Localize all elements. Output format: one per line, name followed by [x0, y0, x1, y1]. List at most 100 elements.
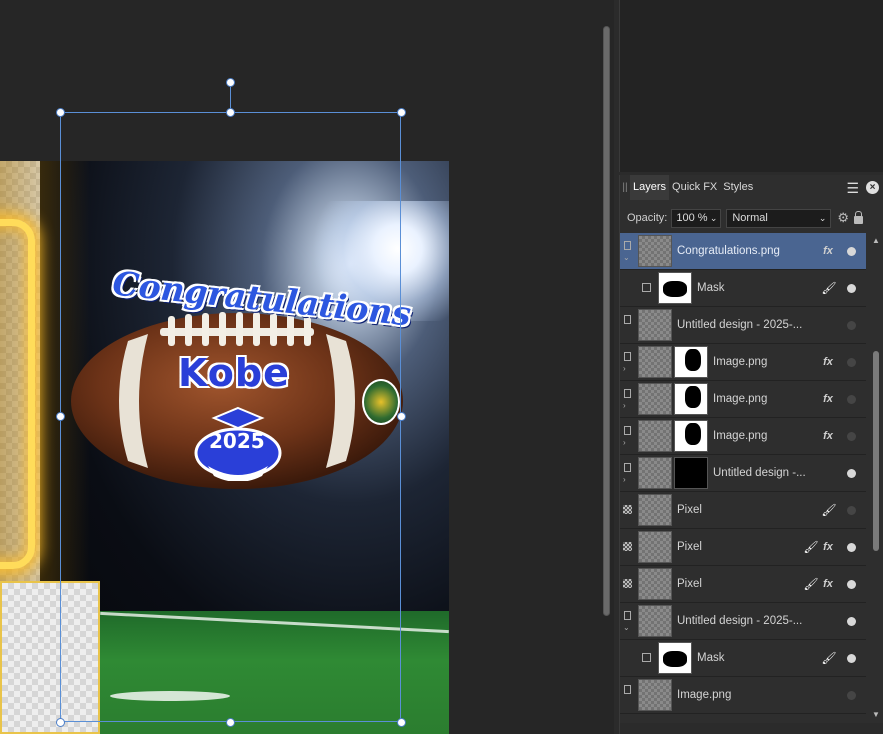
- tab-layers[interactable]: Layers: [630, 175, 670, 200]
- pixel-layer-icon: [623, 578, 632, 588]
- visibility-dot-icon[interactable]: [847, 505, 856, 515]
- scrollbar-thumb[interactable]: [603, 26, 610, 616]
- layer-options-bar: Opacity: 100 % ⌄ Normal ⌄ ⚙: [620, 205, 883, 231]
- layer-gutter[interactable]: [620, 566, 636, 603]
- grip-icon[interactable]: ||: [620, 175, 630, 200]
- resize-handle-top-left[interactable]: [56, 108, 65, 117]
- layer-list-scrollbar[interactable]: ▲ ▼: [870, 233, 882, 721]
- visibility-dot-icon[interactable]: [847, 246, 856, 256]
- layer-thumbnail: [658, 272, 692, 304]
- resize-handle-bottom-right[interactable]: [397, 718, 406, 727]
- layer-gutter[interactable]: ›: [620, 455, 636, 492]
- rotation-handle[interactable]: [226, 78, 235, 87]
- chevron-right-icon[interactable]: ›: [623, 438, 626, 447]
- mask-icon: [642, 282, 651, 292]
- chevron-right-icon[interactable]: ›: [623, 401, 626, 410]
- layer-row[interactable]: Pixel 🖌 fx: [620, 566, 866, 603]
- menu-icon[interactable]: ☰: [846, 180, 859, 197]
- close-icon[interactable]: ×: [866, 181, 879, 194]
- opacity-value: 100 %: [676, 211, 708, 224]
- layer-thumbnail: [638, 309, 672, 341]
- layer-gutter[interactable]: [620, 270, 636, 307]
- layer-gutter[interactable]: [620, 640, 636, 677]
- layer-name: Image.png: [677, 689, 732, 701]
- layers-bottom-toolbar: [620, 723, 883, 734]
- layer-row[interactable]: Mask 🖌: [620, 640, 866, 677]
- layer-gutter[interactable]: ⌄: [620, 233, 636, 270]
- visibility-dot-icon[interactable]: [847, 320, 856, 330]
- visibility-dot-icon[interactable]: [847, 653, 856, 663]
- fx-icon[interactable]: fx: [819, 356, 837, 368]
- opacity-field[interactable]: 100 % ⌄: [671, 208, 722, 228]
- layer-name: Untitled design - 2025-...: [677, 319, 803, 331]
- scroll-up-icon[interactable]: ▲: [872, 236, 880, 245]
- layer-row[interactable]: Image.png: [620, 677, 866, 714]
- fx-icon[interactable]: fx: [819, 430, 837, 442]
- layer-row[interactable]: Pixel 🖌 fx: [620, 529, 866, 566]
- layer-gutter[interactable]: ›: [620, 418, 636, 455]
- chevron-right-icon[interactable]: ›: [623, 364, 626, 373]
- layer-list[interactable]: ⌄ Congratulations.png fx Mask 🖌 Untitled desi…: [620, 233, 866, 721]
- resize-handle-right[interactable]: [397, 412, 406, 421]
- gear-icon[interactable]: ⚙: [837, 210, 849, 226]
- visibility-dot-icon[interactable]: [847, 431, 856, 441]
- layer-thumbnail: [638, 235, 672, 267]
- chevron-down-icon[interactable]: ⌄: [623, 253, 630, 262]
- visibility-dot-icon[interactable]: [847, 283, 856, 293]
- layer-row[interactable]: ⌄ Congratulations.png fx: [620, 233, 866, 270]
- scroll-down-icon[interactable]: ▼: [872, 710, 880, 719]
- opacity-label: Opacity:: [627, 212, 668, 224]
- visibility-dot-icon[interactable]: [847, 357, 856, 367]
- scrollbar-thumb[interactable]: [873, 351, 879, 551]
- canvas-vertical-scrollbar[interactable]: [596, 0, 614, 734]
- brush-icon[interactable]: 🖌: [803, 540, 819, 554]
- layer-gutter[interactable]: [620, 307, 636, 344]
- chevron-right-icon[interactable]: ›: [623, 475, 626, 484]
- layer-gutter[interactable]: [620, 492, 636, 529]
- layer-row[interactable]: › Image.png fx: [620, 344, 866, 381]
- visibility-dot-icon[interactable]: [847, 616, 856, 626]
- visibility-dot-icon[interactable]: [847, 468, 856, 478]
- layer-row[interactable]: › Image.png fx: [620, 381, 866, 418]
- layer-row[interactable]: ⌄ Untitled design - 2025-...: [620, 603, 866, 640]
- panel-tab-bar: || Layers Quick FX Styles ☰ ×: [620, 175, 883, 200]
- canvas-area[interactable]: Congratulations Kobe 2025: [0, 0, 596, 734]
- visibility-dot-icon[interactable]: [847, 690, 856, 700]
- layer-gutter[interactable]: ›: [620, 344, 636, 381]
- selection-bounding-box[interactable]: [60, 112, 401, 722]
- brush-icon[interactable]: 🖌: [821, 503, 837, 517]
- layer-row[interactable]: › Untitled design -...: [620, 455, 866, 492]
- resize-handle-left[interactable]: [56, 412, 65, 421]
- chevron-down-icon[interactable]: ⌄: [623, 623, 630, 632]
- lock-icon[interactable]: [854, 211, 864, 224]
- layer-name: Untitled design - 2025-...: [677, 615, 803, 627]
- tab-styles[interactable]: Styles: [720, 175, 756, 200]
- layer-gutter[interactable]: [620, 677, 636, 714]
- resize-handle-bottom-left[interactable]: [56, 718, 65, 727]
- resize-handle-top[interactable]: [226, 108, 235, 117]
- visibility-dot-icon[interactable]: [847, 394, 856, 404]
- blend-mode-select[interactable]: Normal ⌄: [726, 208, 832, 228]
- layer-gutter[interactable]: ›: [620, 381, 636, 418]
- fx-icon[interactable]: fx: [819, 541, 837, 553]
- visibility-dot-icon[interactable]: [847, 579, 856, 589]
- visibility-dot-icon[interactable]: [847, 542, 856, 552]
- fx-icon[interactable]: fx: [819, 393, 837, 405]
- layer-gutter[interactable]: ⌄: [620, 603, 636, 640]
- layer-row[interactable]: Untitled design - 2025-...: [620, 307, 866, 344]
- layer-name: Congratulations.png: [677, 245, 780, 257]
- brush-icon[interactable]: 🖌: [821, 281, 837, 295]
- layers-panel: || Layers Quick FX Styles ☰ × Opacity: 1…: [619, 175, 883, 734]
- layer-row[interactable]: Pixel 🖌: [620, 492, 866, 529]
- layer-row[interactable]: Mask 🖌: [620, 270, 866, 307]
- resize-handle-top-right[interactable]: [397, 108, 406, 117]
- layer-gutter[interactable]: [620, 529, 636, 566]
- resize-handle-bottom[interactable]: [226, 718, 235, 727]
- tab-quick-fx[interactable]: Quick FX: [669, 175, 720, 200]
- fx-icon[interactable]: fx: [819, 578, 837, 590]
- brush-icon[interactable]: 🖌: [821, 651, 837, 665]
- fx-icon[interactable]: fx: [819, 245, 837, 257]
- brush-icon[interactable]: 🖌: [803, 577, 819, 591]
- layer-row[interactable]: › Image.png fx: [620, 418, 866, 455]
- mask-shape: [685, 386, 701, 408]
